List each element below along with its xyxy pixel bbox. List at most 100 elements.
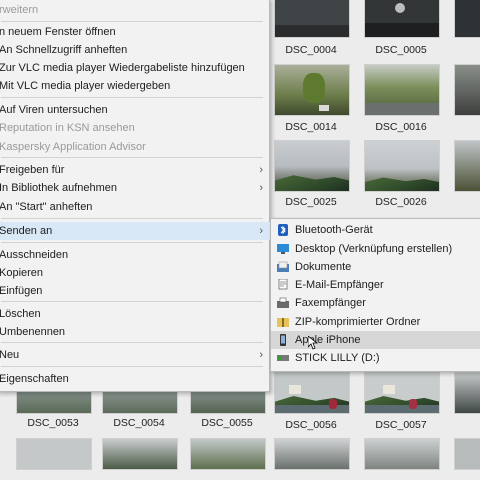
menu-item-pin-start[interactable]: An "Start" anheften	[0, 198, 271, 216]
submenu-item-label: Faxempfänger	[295, 297, 366, 309]
menu-item-paste[interactable]: Einfügen	[0, 282, 271, 300]
menu-item-erweitern[interactable]: rweitern	[0, 1, 271, 19]
menu-item-label: Reputation in KSN ansehen	[0, 122, 135, 134]
menu-item-include-library[interactable]: In Bibliothek aufnehmen ›	[0, 179, 271, 197]
menu-item-label: In Bibliothek aufnehmen	[0, 182, 118, 194]
thumbnail-label[interactable]: DSC_0057	[356, 419, 446, 431]
send-to-submenu: Bluetooth-Gerät Desktop (Verknüpfung ers…	[270, 218, 480, 372]
menu-item-pin-quick-access[interactable]: An Schnellzugriff anheften	[0, 41, 271, 59]
menu-item-virus-scan[interactable]: Auf Viren untersuchen	[0, 101, 271, 119]
submenu-item-zip[interactable]: ZIP-komprimierter Ordner	[271, 313, 480, 331]
thumbnail-label[interactable]: DSC_0004	[266, 44, 356, 56]
submenu-item-apple-iphone[interactable]: Apple iPhone	[271, 331, 480, 349]
submenu-item-label: ZIP-komprimierter Ordner	[295, 316, 421, 328]
menu-separator	[1, 301, 263, 302]
menu-item-rename[interactable]: Umbenennen	[0, 323, 271, 341]
submenu-item-desktop[interactable]: Desktop (Verknüpfung erstellen)	[271, 240, 480, 258]
menu-item-cut[interactable]: Ausschneiden	[0, 246, 271, 264]
thumbnail-dsc-0026[interactable]	[364, 140, 440, 192]
menu-separator	[1, 157, 263, 158]
thumbnail-partial[interactable]	[454, 438, 480, 470]
thumbnail-label[interactable]: DSC_0056	[266, 419, 356, 431]
menu-item-open-new-window[interactable]: n neuem Fenster öffnen	[0, 23, 271, 41]
thumbnail-dsc-0005[interactable]	[364, 0, 440, 38]
menu-item-new[interactable]: Neu ›	[0, 346, 271, 364]
thumbnail-partial[interactable]	[102, 438, 178, 470]
menu-item-label: Löschen	[0, 308, 41, 320]
menu-item-label: Freigeben für	[0, 164, 65, 176]
menu-separator	[1, 97, 263, 98]
menu-separator	[1, 218, 263, 219]
submenu-item-label: Desktop (Verknüpfung erstellen)	[295, 243, 453, 255]
context-menu: rweitern n neuem Fenster öffnen An Schne…	[0, 0, 271, 392]
desktop-icon	[277, 244, 289, 254]
thumbnail-dsc-0014[interactable]	[274, 64, 350, 116]
thumbnail-label[interactable]: DSC_0054	[94, 417, 184, 429]
usb-drive-icon	[277, 355, 289, 361]
menu-item-ksn-reputation[interactable]: Reputation in KSN ansehen	[0, 119, 271, 137]
menu-item-label: Zur VLC media player Wiedergabeliste hin…	[0, 62, 245, 74]
menu-item-send-to[interactable]: Senden an ›	[0, 222, 271, 240]
thumbnail-label[interactable]: DSC_0005	[356, 44, 446, 56]
menu-separator	[1, 342, 263, 343]
submenu-item-bluetooth[interactable]: Bluetooth-Gerät	[271, 221, 480, 239]
thumbnail-label[interactable]: DSC_0014	[266, 121, 356, 133]
thumbnail-label[interactable]: DSC_0016	[356, 121, 446, 133]
menu-separator	[1, 366, 263, 367]
iphone-icon	[280, 334, 286, 346]
documents-icon	[277, 261, 289, 272]
menu-item-label: Mit VLC media player wiedergeben	[0, 80, 171, 92]
menu-separator	[1, 242, 263, 243]
submenu-item-label: E-Mail-Empfänger	[295, 279, 384, 291]
submenu-item-fax[interactable]: Faxempfänger	[271, 294, 480, 312]
menu-item-label: Auf Viren untersuchen	[0, 104, 108, 116]
zip-folder-icon	[277, 318, 289, 327]
menu-item-label: n neuem Fenster öffnen	[0, 26, 116, 38]
menu-separator	[1, 21, 263, 22]
thumbnail-dsc-0056[interactable]	[274, 370, 350, 414]
submenu-item-label: Dokumente	[295, 261, 352, 273]
thumbnail-dsc-0004[interactable]	[274, 0, 350, 38]
thumbnail-partial[interactable]	[364, 438, 440, 470]
menu-item-vlc-add-playlist[interactable]: Zur VLC media player Wiedergabeliste hin…	[0, 59, 271, 77]
thumbnail-partial[interactable]	[454, 140, 480, 192]
menu-item-copy[interactable]: Kopieren	[0, 264, 271, 282]
submenu-item-documents[interactable]: Dokumente	[271, 258, 480, 276]
menu-item-label: Kaspersky Application Advisor	[0, 141, 146, 153]
menu-item-vlc-play[interactable]: Mit VLC media player wiedergeben	[0, 77, 271, 95]
fax-icon	[277, 297, 289, 308]
menu-item-label: Neu	[0, 349, 20, 361]
submenu-item-label: Bluetooth-Gerät	[295, 224, 373, 236]
thumbnail-partial[interactable]	[454, 372, 480, 414]
submenu-item-label: STICK LILLY (D:)	[295, 352, 380, 364]
thumbnail-dsc-0025[interactable]	[274, 140, 350, 192]
menu-item-kaspersky-advisor[interactable]: Kaspersky Application Advisor	[0, 138, 271, 156]
menu-item-label: Einfügen	[0, 285, 43, 297]
chevron-right-icon: ›	[259, 164, 263, 176]
submenu-item-mail[interactable]: E-Mail-Empfänger	[271, 276, 480, 294]
thumbnail-dsc-0016[interactable]	[364, 64, 440, 116]
chevron-right-icon: ›	[259, 182, 263, 194]
thumbnail-partial[interactable]	[16, 438, 92, 470]
thumbnail-partial[interactable]	[454, 64, 480, 116]
menu-item-label: Ausschneiden	[0, 249, 69, 261]
thumbnail-label[interactable]: DSC_0026	[356, 196, 446, 208]
bluetooth-icon	[278, 224, 288, 236]
thumbnail-dsc-0057[interactable]	[364, 370, 440, 414]
chevron-right-icon: ›	[259, 349, 263, 361]
mail-icon	[278, 279, 288, 290]
mouse-pointer-icon	[308, 336, 318, 350]
thumbnail-label[interactable]: DSC_0025	[266, 196, 356, 208]
menu-item-share-with[interactable]: Freigeben für ›	[0, 161, 271, 179]
menu-item-label: Eigenschaften	[0, 373, 69, 385]
submenu-item-usb-drive[interactable]: STICK LILLY (D:)	[271, 349, 480, 367]
thumbnail-label[interactable]: DSC_0053	[8, 417, 98, 429]
chevron-right-icon: ›	[259, 225, 263, 237]
menu-item-delete[interactable]: Löschen	[0, 305, 271, 323]
thumbnail-partial[interactable]	[274, 438, 350, 470]
thumbnail-partial[interactable]	[454, 0, 480, 38]
menu-item-properties[interactable]: Eigenschaften	[0, 370, 271, 388]
thumbnail-label[interactable]: DSC_0055	[182, 417, 272, 429]
thumbnail-partial[interactable]	[190, 438, 266, 470]
menu-item-label: Senden an	[0, 225, 53, 237]
